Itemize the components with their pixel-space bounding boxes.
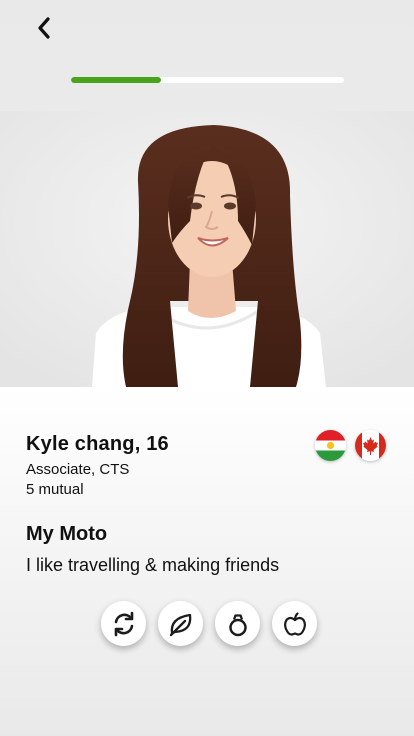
leaf-icon — [169, 613, 191, 636]
ring-icon — [228, 613, 247, 636]
profile-name-age: Kyle chang, 16 — [26, 433, 169, 455]
profile-progress-fill — [71, 77, 162, 83]
interest-button-refresh[interactable] — [101, 601, 146, 646]
apple-icon — [283, 611, 306, 636]
profile-progress-bar — [71, 77, 344, 83]
mutual-count: 5 mutual — [26, 481, 84, 498]
canada-flag-icon — [355, 430, 386, 461]
interest-icons — [101, 601, 317, 646]
back-button[interactable] — [30, 14, 58, 42]
interest-button-ring[interactable] — [215, 601, 260, 646]
chevron-left-icon — [38, 17, 50, 39]
profile-photo — [0, 111, 414, 387]
profile-role: Associate, CTS — [26, 461, 130, 478]
moto-text: I like travelling & making friends — [26, 555, 280, 575]
moto-heading: My Moto — [26, 523, 108, 545]
nationality-flags — [315, 430, 386, 461]
woman-portrait-image — [0, 111, 414, 387]
interest-button-leaf[interactable] — [158, 601, 203, 646]
refresh-icon — [114, 611, 133, 636]
interest-button-apple[interactable] — [272, 601, 317, 646]
kurdistan-flag-icon — [315, 430, 346, 461]
